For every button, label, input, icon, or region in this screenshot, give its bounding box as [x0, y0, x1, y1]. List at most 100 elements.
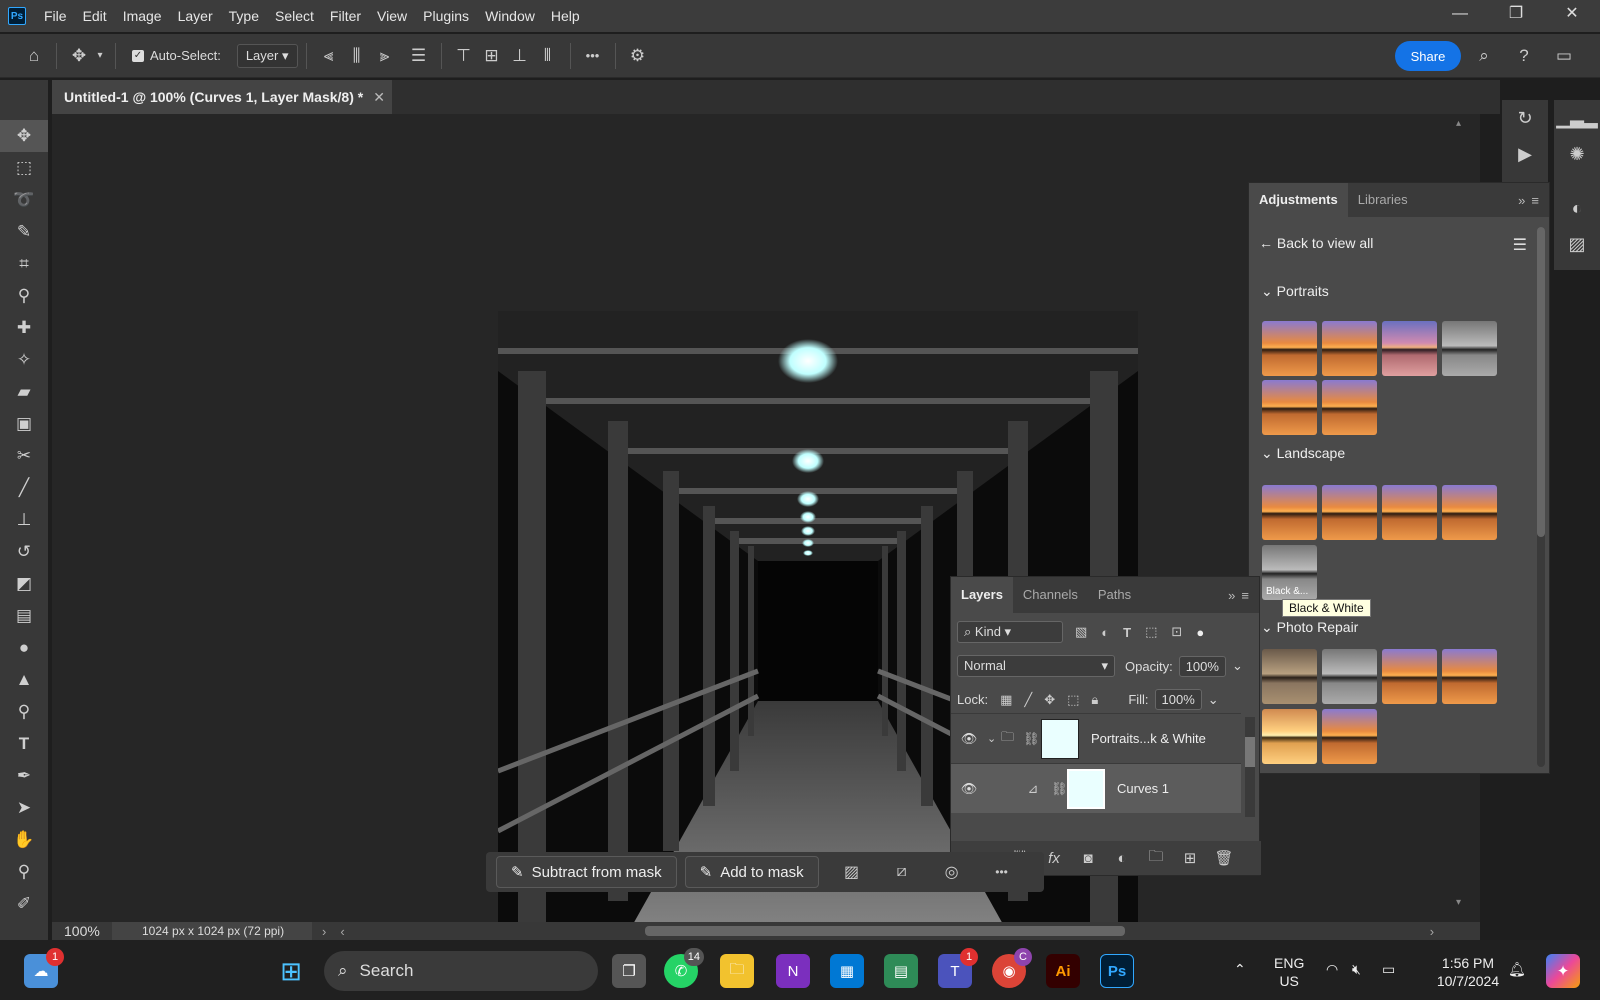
chevron-down-icon[interactable]: ⌄: [1232, 658, 1243, 674]
clock[interactable]: 1:56 PM 10/7/2024: [1428, 954, 1508, 990]
onenote-icon[interactable]: N: [776, 954, 810, 988]
sharpen-tool-icon[interactable]: ▲: [0, 664, 48, 696]
photoshop-taskbar-icon[interactable]: Ps: [1100, 954, 1134, 988]
document-tab[interactable]: Untitled-1 @ 100% (Curves 1, Layer Mask/…: [52, 80, 392, 114]
history-icon[interactable]: ↻: [1502, 100, 1548, 136]
preset-thumbnail[interactable]: [1382, 485, 1437, 540]
chevron-down-icon[interactable]: ▾: [93, 42, 107, 70]
align-center-icon[interactable]: ⫼: [343, 42, 371, 70]
preset-thumbnail[interactable]: [1322, 485, 1377, 540]
tab-adjustments[interactable]: Adjustments: [1249, 183, 1348, 217]
scroll-up-icon[interactable]: ▴: [1456, 118, 1461, 129]
new-adjustment-icon[interactable]: ◐: [1105, 850, 1139, 867]
navigator-icon[interactable]: ✺: [1554, 136, 1600, 172]
lock-transparent-icon[interactable]: ▦: [1000, 692, 1012, 708]
copilot-icon[interactable]: ✦: [1546, 954, 1580, 988]
wifi-icon[interactable]: ◠: [1326, 960, 1338, 978]
collapse-icon[interactable]: »: [1518, 193, 1525, 208]
preset-thumbnail[interactable]: [1322, 321, 1377, 376]
zoom-tool-icon[interactable]: ⚲: [0, 856, 48, 888]
layer-mask-thumbnail[interactable]: [1067, 768, 1105, 809]
lock-pixels-icon[interactable]: ╱: [1024, 692, 1032, 708]
scrollbar-thumb[interactable]: [1245, 737, 1255, 767]
section-photo-repair[interactable]: ⌄ Photo Repair: [1261, 619, 1358, 636]
minimize-button[interactable]: —: [1432, 0, 1488, 32]
scissors-icon[interactable]: ✂: [0, 440, 48, 472]
home-icon[interactable]: ⌂: [20, 42, 48, 70]
lock-position-icon[interactable]: ✥: [1044, 692, 1055, 708]
stamp-tool-icon[interactable]: ⊥: [0, 504, 48, 536]
menu-help[interactable]: Help: [543, 0, 588, 32]
mask-options-icon[interactable]: ▨: [827, 862, 877, 882]
help-icon[interactable]: ?: [1510, 42, 1538, 70]
eye-icon[interactable]: 👁︎: [951, 781, 987, 797]
preset-thumbnail[interactable]: [1262, 380, 1317, 435]
chevron-right-icon[interactable]: ›: [322, 924, 326, 939]
align-bottom-icon[interactable]: ⊥: [506, 42, 534, 70]
language-indicator[interactable]: ENG US: [1274, 954, 1304, 990]
share-button[interactable]: Share: [1395, 41, 1461, 71]
move-tool-icon[interactable]: ✥: [0, 120, 48, 152]
tab-layers[interactable]: Layers: [951, 577, 1013, 613]
layer-row-curves[interactable]: 👁︎ ⊿ ⛓︎ Curves 1: [951, 763, 1241, 813]
list-view-icon[interactable]: ☰: [1513, 235, 1527, 255]
edit-toolbar-icon[interactable]: ✐: [0, 888, 48, 920]
tab-channels[interactable]: Channels: [1013, 577, 1088, 613]
microsoft-store-icon[interactable]: ▦: [830, 954, 864, 988]
tab-paths[interactable]: Paths: [1088, 577, 1141, 613]
subtract-from-mask-button[interactable]: ✎ Subtract from mask: [496, 856, 677, 888]
pen-tool-icon[interactable]: ✒: [0, 760, 48, 792]
crop-tool-icon[interactable]: ⌗: [0, 248, 48, 280]
horizontal-scrollbar[interactable]: [644, 926, 1125, 936]
preset-thumbnail[interactable]: [1262, 709, 1317, 764]
hand-tool-icon[interactable]: ✋: [0, 824, 48, 856]
bandage-icon[interactable]: ▰: [0, 376, 48, 408]
add-mask-icon[interactable]: ◙: [1071, 850, 1105, 867]
menu-image[interactable]: Image: [115, 0, 170, 32]
align-top-icon[interactable]: ⊤: [450, 42, 478, 70]
type-tool-icon[interactable]: T: [0, 728, 48, 760]
layers-scrollbar[interactable]: [1245, 717, 1255, 817]
collapse-icon[interactable]: »: [1228, 588, 1235, 603]
add-to-mask-button[interactable]: ✎ Add to mask: [684, 856, 819, 888]
menu-plugins[interactable]: Plugins: [415, 0, 477, 32]
distribute-vertical-icon[interactable]: ⫴: [534, 42, 562, 70]
teams-icon[interactable]: T 1: [938, 948, 978, 988]
workspace-icon[interactable]: ▭: [1550, 42, 1578, 70]
layer-name[interactable]: Curves 1: [1117, 781, 1169, 796]
history-brush-icon[interactable]: ↺: [0, 536, 48, 568]
panel-menu-icon[interactable]: ≡: [1531, 193, 1539, 208]
gradient-icon[interactable]: ▤: [0, 600, 48, 632]
restore-button[interactable]: ❐: [1488, 0, 1544, 32]
menu-window[interactable]: Window: [477, 0, 543, 32]
panel-menu-icon[interactable]: ≡: [1241, 588, 1249, 603]
close-tab-icon[interactable]: ✕: [373, 89, 385, 106]
path-selection-icon[interactable]: ➤: [0, 792, 48, 824]
align-right-icon[interactable]: ⫸: [371, 42, 399, 70]
invert-mask-icon[interactable]: ◎: [927, 862, 977, 882]
zoom-level[interactable]: 100%: [52, 923, 112, 939]
adjustments-scrollbar[interactable]: [1537, 227, 1545, 767]
preset-thumbnail-black-white[interactable]: Black &...: [1262, 545, 1317, 600]
properties-icon[interactable]: ▨: [1554, 226, 1600, 262]
preset-thumbnail[interactable]: [1322, 649, 1377, 704]
whatsapp-icon[interactable]: ✆ 14: [664, 948, 704, 988]
scrollbar-thumb[interactable]: [1537, 227, 1545, 537]
adjustments-icon[interactable]: ◐: [1554, 190, 1600, 226]
align-middle-icon[interactable]: ⊞: [478, 42, 506, 70]
file-explorer-icon[interactable]: 🗀︎: [720, 954, 754, 988]
menu-view[interactable]: View: [369, 0, 415, 32]
move-tool-icon[interactable]: ✥: [65, 42, 93, 70]
preset-thumbnail[interactable]: [1442, 649, 1497, 704]
windows-start-icon[interactable]: ⊞: [274, 954, 308, 988]
spot-healing-icon[interactable]: ✧: [0, 344, 48, 376]
marquee-tool-icon[interactable]: ⬚: [0, 152, 48, 184]
delete-layer-icon[interactable]: 🗑︎: [1207, 849, 1241, 867]
notification-bell-icon[interactable]: 🔔︎: [1508, 960, 1526, 978]
chevron-down-icon[interactable]: ⌄: [987, 732, 1001, 745]
filter-toggle-icon[interactable]: ●: [1196, 625, 1204, 640]
eye-icon[interactable]: 👁︎: [951, 731, 987, 747]
healing-brush-icon[interactable]: ✚: [0, 312, 48, 344]
pixel-filter-icon[interactable]: ▧: [1075, 624, 1087, 640]
lock-artboard-icon[interactable]: ⬚: [1067, 692, 1079, 708]
